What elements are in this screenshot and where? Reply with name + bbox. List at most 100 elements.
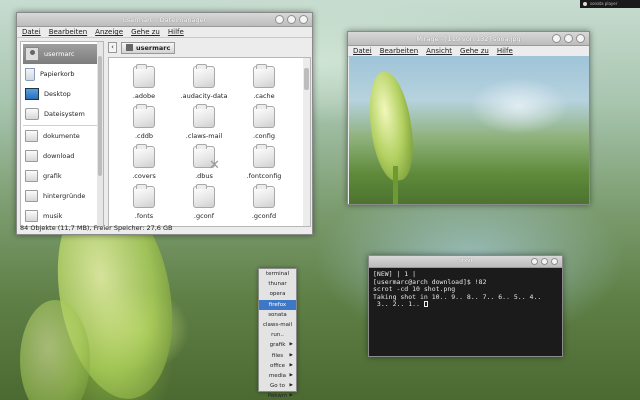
- displayed-image[interactable]: [349, 56, 589, 204]
- folder-icon: [253, 104, 275, 128]
- sidebar-item-usermarc[interactable]: usermarc: [23, 44, 99, 64]
- sidebar-item-download[interactable]: download: [23, 146, 99, 166]
- scroll-thumb[interactable]: [98, 56, 102, 176]
- folder-icon: [253, 64, 275, 88]
- breadcrumb-label: usermarc: [136, 43, 171, 52]
- folder-icon: [133, 104, 155, 128]
- file-view-scrollbar[interactable]: [303, 58, 310, 226]
- menu-item-grafik[interactable]: grafik ▶: [259, 340, 296, 350]
- menu-item-media[interactable]: media ▶: [259, 371, 296, 381]
- folder-icon: [133, 64, 155, 88]
- titlebar[interactable]: usermarc - Dateimanager: [17, 13, 312, 27]
- menu-item-label: sonata: [268, 311, 287, 318]
- file-item[interactable]: ✕ .dbus: [179, 144, 229, 180]
- menu-item-files[interactable]: files ▶: [259, 351, 296, 361]
- folder-icon: [133, 184, 155, 208]
- panel-icon: [583, 2, 587, 6]
- menu-ansicht[interactable]: Ansicht: [426, 47, 452, 55]
- file-item[interactable]: .adobe: [119, 64, 169, 100]
- submenu-arrow-icon: ▶: [289, 362, 293, 368]
- sidebar-item-label: Papierkorb: [40, 70, 75, 78]
- minimize-button[interactable]: [275, 15, 284, 24]
- close-button[interactable]: [576, 34, 585, 43]
- maximize-button[interactable]: [287, 15, 296, 24]
- file-item[interactable]: .fontconfig: [239, 144, 289, 180]
- close-button[interactable]: [551, 258, 558, 265]
- scroll-thumb[interactable]: [304, 68, 309, 90]
- menu-item-claws-mail[interactable]: claws-mail: [259, 320, 296, 330]
- file-name: .config: [253, 132, 275, 140]
- submenu-arrow-icon: ▶: [289, 352, 293, 358]
- titlebar[interactable]: urxvt: [369, 256, 562, 268]
- sidebar-item-hintergruende[interactable]: hintergründe: [23, 186, 99, 206]
- menu-item-opera[interactable]: opera: [259, 289, 296, 299]
- file-item[interactable]: .gconf: [179, 184, 229, 220]
- menu-item-go-to[interactable]: Go to ▶: [259, 381, 296, 391]
- menu-hilfe[interactable]: Hilfe: [168, 28, 184, 36]
- submenu-arrow-icon: ▶: [289, 393, 293, 399]
- file-item[interactable]: .covers: [119, 144, 169, 180]
- menu-item-thunar[interactable]: thunar: [259, 279, 296, 289]
- menu-item-label: grafik: [269, 342, 286, 349]
- folder-icon: [25, 150, 38, 162]
- terminal-line: 3.. 2.. 1..: [373, 300, 424, 308]
- menu-item-firefox[interactable]: firefox: [259, 299, 296, 310]
- sidebar-item-dokumente[interactable]: dokumente: [23, 126, 99, 146]
- wheat-ear: [363, 68, 419, 184]
- menu-datei[interactable]: Datei: [353, 47, 372, 55]
- terminal-window[interactable]: urxvt [NEW] | 1 | [usermarc@arch download…: [368, 255, 563, 357]
- submenu-arrow-icon: ▶: [289, 342, 293, 348]
- drive-icon: [25, 108, 39, 120]
- folder-icon: [25, 210, 38, 222]
- titlebar[interactable]: Mirage - [119 von 132] sona.jpg: [348, 32, 589, 46]
- menu-item-label: Pekwm: [267, 393, 288, 400]
- maximize-button[interactable]: [564, 34, 573, 43]
- file-item[interactable]: .claws-mail: [179, 104, 229, 140]
- folder-icon: [253, 144, 275, 168]
- menu-item-terminal[interactable]: terminal: [259, 269, 296, 279]
- menu-datei[interactable]: Datei: [22, 28, 41, 36]
- trash-icon: [25, 67, 35, 81]
- menu-item-run[interactable]: run..: [259, 330, 296, 340]
- file-item[interactable]: .gconfd: [239, 184, 289, 220]
- file-name: .cddb: [134, 132, 154, 140]
- folder-icon: [25, 130, 38, 142]
- menu-bearbeiten[interactable]: Bearbeiten: [49, 28, 87, 36]
- terminal-output[interactable]: [NEW] | 1 | [usermarc@arch download]$ !82…: [369, 268, 562, 312]
- menubar: Datei Bearbeiten Anzeige Gehe zu Hilfe: [17, 27, 312, 38]
- top-panel: sonata player: [580, 0, 640, 8]
- folder-icon: [193, 184, 215, 208]
- file-item[interactable]: .cache: [239, 64, 289, 100]
- menu-item-pekwm[interactable]: Pekwm ▶: [259, 391, 296, 400]
- menu-item-office[interactable]: office ▶: [259, 361, 296, 371]
- submenu-arrow-icon: ▶: [289, 383, 293, 389]
- menu-item-label: run..: [271, 332, 284, 339]
- minimize-button[interactable]: [552, 34, 561, 43]
- sidebar-item-dateisystem[interactable]: Dateisystem: [23, 104, 99, 124]
- maximize-button[interactable]: [541, 258, 548, 265]
- minimize-button[interactable]: [531, 258, 538, 265]
- file-item[interactable]: .fonts: [119, 184, 169, 220]
- sidebar-scrollbar[interactable]: [97, 42, 103, 226]
- menu-gehe-zu[interactable]: Gehe zu: [460, 47, 489, 55]
- menu-bearbeiten[interactable]: Bearbeiten: [380, 47, 418, 55]
- close-button[interactable]: [299, 15, 308, 24]
- file-view: .adobe .audacity-data .cache .cddb .claw…: [108, 57, 311, 227]
- menu-hilfe[interactable]: Hilfe: [497, 47, 513, 55]
- sidebar-item-papierkorb[interactable]: Papierkorb: [23, 64, 99, 84]
- sidebar-item-musik[interactable]: musik: [23, 206, 99, 226]
- breadcrumb-usermarc[interactable]: usermarc: [121, 41, 176, 54]
- menu-anzeige[interactable]: Anzeige: [95, 28, 123, 36]
- menu-item-sonata[interactable]: sonata: [259, 310, 296, 320]
- file-item[interactable]: .config: [239, 104, 289, 140]
- menu-gehe-zu[interactable]: Gehe zu: [131, 28, 160, 36]
- file-item[interactable]: .audacity-data: [179, 64, 229, 100]
- back-arrow-icon[interactable]: ‹: [108, 42, 117, 53]
- sidebar-item-label: grafik: [43, 172, 62, 180]
- sidebar-item-desktop[interactable]: Desktop: [23, 84, 99, 104]
- menu-item-label: thunar: [268, 281, 287, 288]
- sidebar-item-grafik[interactable]: grafik: [23, 166, 99, 186]
- status-bar: 84 Objekte (11,7 MB), Freier Speicher: 2…: [20, 224, 173, 232]
- file-item[interactable]: .cddb: [119, 104, 169, 140]
- menu-item-label: office: [269, 362, 286, 369]
